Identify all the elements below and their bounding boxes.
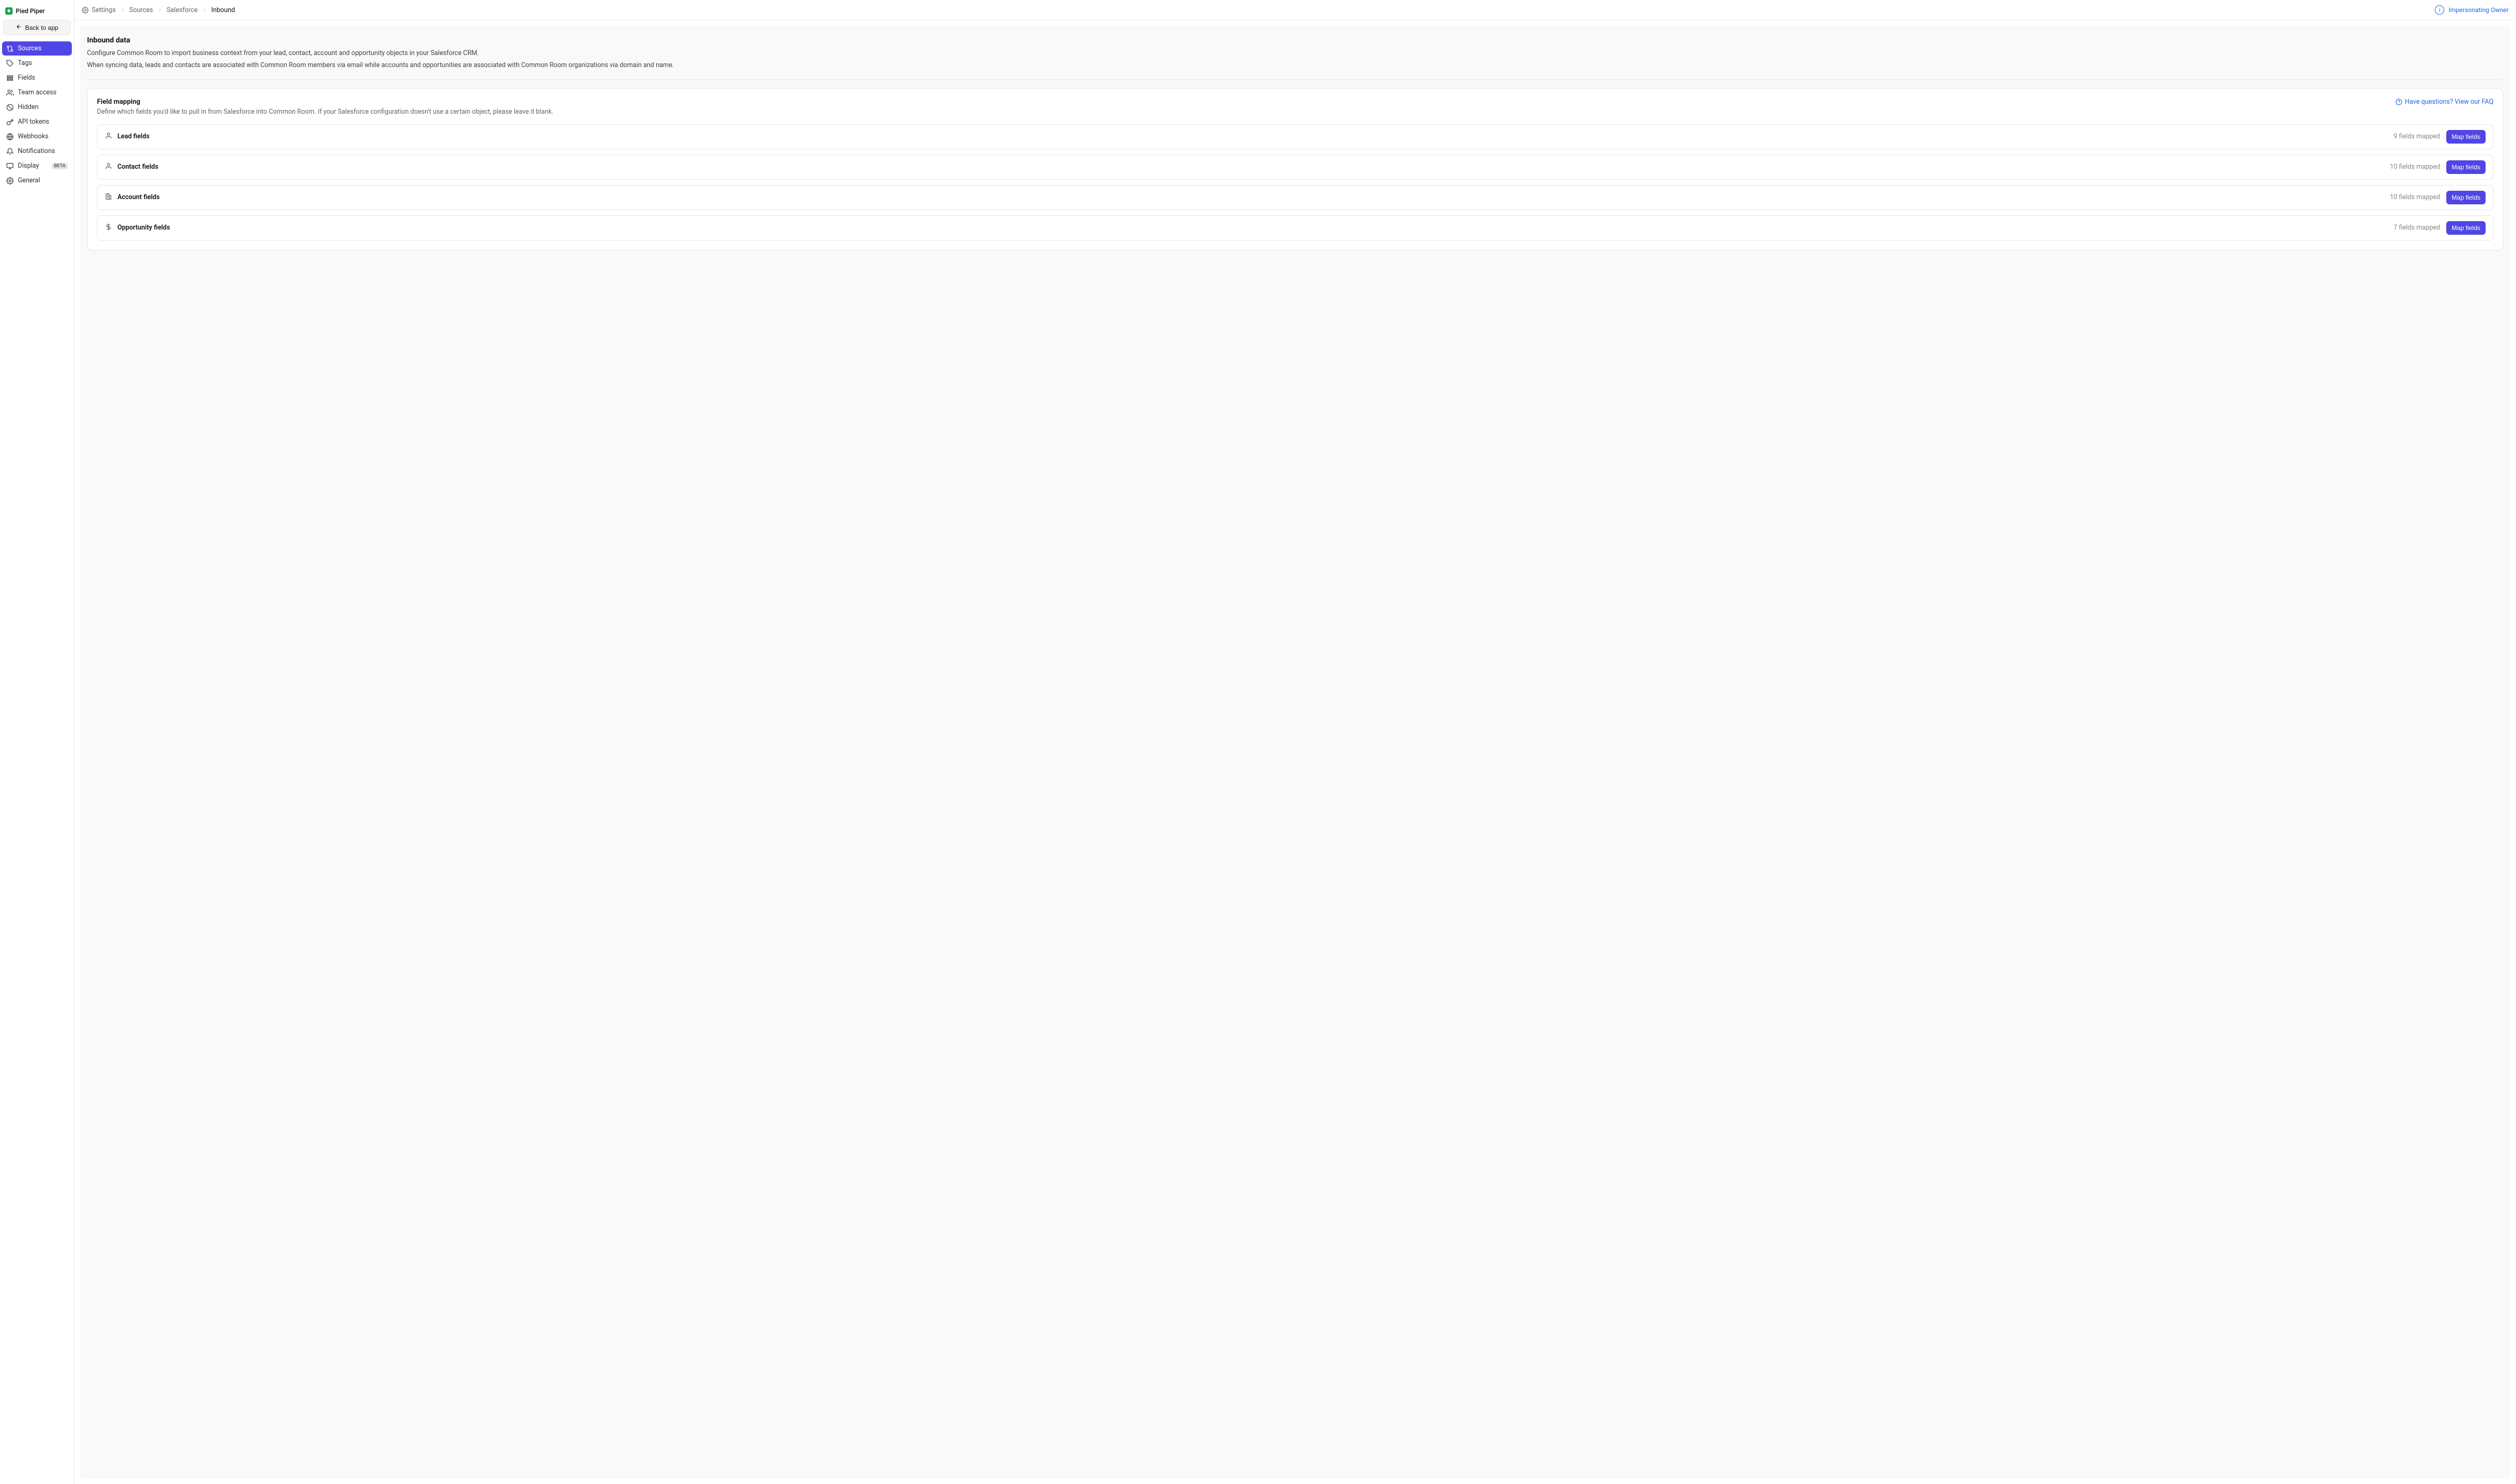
breadcrumb-salesforce[interactable]: Salesforce (167, 6, 198, 14)
key-icon (6, 118, 14, 126)
sidebar-item-display[interactable]: Display BETA (2, 159, 72, 173)
sidebar-item-hidden[interactable]: Hidden (2, 100, 72, 114)
content-wrap: Inbound data Configure Common Room to im… (74, 20, 2516, 1484)
workspace-logo-icon: ◆ (5, 7, 13, 15)
field-mapping-panel: Field mapping Define which fields you'd … (87, 88, 2503, 250)
gear-icon (6, 177, 14, 184)
field-count: 9 fields mapped (2393, 133, 2440, 140)
sidebar-nav: Sources Tags Fields Team access Hidden (2, 41, 72, 188)
field-row-label: Opportunity fields (117, 224, 170, 232)
sidebar-item-notifications[interactable]: Notifications (2, 144, 72, 158)
map-fields-button[interactable]: Map fields (2446, 130, 2486, 144)
monitor-icon (6, 162, 14, 170)
field-mapping-heading: Field mapping (97, 98, 554, 106)
chevron-right-icon (157, 7, 162, 13)
field-row-label: Contact fields (117, 163, 158, 171)
field-count: 7 fields mapped (2393, 224, 2440, 232)
field-mapping-subheading: Define which fields you'd like to pull i… (97, 108, 554, 116)
content-card: Inbound data Configure Common Room to im… (80, 26, 2511, 1479)
map-fields-button[interactable]: Map fields (2446, 221, 2486, 235)
field-row-opportunity: Opportunity fields 7 fields mapped Map f… (97, 215, 2493, 241)
sidebar-item-api-tokens[interactable]: API tokens (2, 115, 72, 129)
sidebar-item-label: Fields (18, 74, 35, 82)
faq-link-label: Have questions? View our FAQ (2405, 98, 2493, 106)
field-count: 10 fields mapped (2390, 163, 2440, 171)
breadcrumb-inbound[interactable]: Inbound (211, 6, 235, 14)
field-row-lead: Lead fields 9 fields mapped Map fields (97, 124, 2493, 149)
topbar: Settings Sources Salesforce Inbound i Im… (74, 0, 2516, 20)
page-description-1: Configure Common Room to import business… (87, 49, 2503, 59)
faq-link[interactable]: Have questions? View our FAQ (2395, 98, 2493, 106)
map-fields-button[interactable]: Map fields (2446, 191, 2486, 204)
sidebar-item-tags[interactable]: Tags (2, 56, 72, 70)
back-to-app-label: Back to app (25, 24, 58, 31)
sidebar-item-general[interactable]: General (2, 173, 72, 188)
field-row-label: Lead fields (117, 133, 149, 140)
help-circle-icon (2395, 99, 2402, 105)
sidebar-item-label: Team access (18, 89, 57, 96)
page-description-2: When syncing data, leads and contacts ar… (87, 61, 2503, 71)
sidebar-item-label: API tokens (18, 118, 49, 126)
workspace-name: Pied Piper (16, 7, 45, 15)
fields-icon (6, 74, 14, 82)
sidebar-item-sources[interactable]: Sources (2, 41, 72, 56)
breadcrumb-label: Inbound (211, 6, 235, 14)
sidebar-item-label: General (18, 177, 40, 184)
sidebar-item-webhooks[interactable]: Webhooks (2, 129, 72, 144)
field-rows: Lead fields 9 fields mapped Map fields (97, 124, 2493, 241)
chevron-right-icon (202, 7, 207, 13)
back-to-app-button[interactable]: Back to app (3, 20, 71, 35)
arrow-left-icon (16, 24, 22, 31)
building-icon (105, 193, 112, 202)
divider (87, 79, 2503, 80)
sidebar-item-label: Notifications (18, 147, 55, 155)
beta-badge: BETA (52, 163, 68, 169)
field-row-label: Account fields (117, 193, 160, 201)
tag-icon (6, 60, 14, 67)
globe-icon (6, 133, 14, 140)
dollar-icon (105, 223, 112, 233)
sources-icon (6, 45, 14, 52)
sidebar-item-label: Display (18, 162, 39, 170)
breadcrumb-label: Sources (129, 6, 153, 14)
workspace-header[interactable]: ◆ Pied Piper (2, 4, 72, 20)
sidebar-item-label: Sources (18, 45, 41, 52)
sidebar: ◆ Pied Piper Back to app Sources Tags Fi… (0, 0, 74, 1484)
breadcrumb-label: Settings (92, 6, 116, 14)
impersonation-label: Impersonating Owner (2448, 6, 2509, 14)
page-title: Inbound data (87, 36, 2503, 45)
impersonation-indicator[interactable]: i Impersonating Owner (2435, 5, 2509, 15)
breadcrumb: Settings Sources Salesforce Inbound (82, 6, 235, 14)
bell-icon (6, 148, 14, 155)
sidebar-item-label: Webhooks (18, 133, 48, 140)
breadcrumb-sources[interactable]: Sources (129, 6, 153, 14)
users-icon (6, 89, 14, 96)
field-row-contact: Contact fields 10 fields mapped Map fiel… (97, 155, 2493, 180)
chevron-right-icon (120, 7, 125, 13)
hidden-icon (6, 104, 14, 111)
map-fields-button[interactable]: Map fields (2446, 160, 2486, 174)
sidebar-item-label: Tags (18, 59, 32, 67)
breadcrumb-label: Salesforce (167, 6, 198, 14)
sidebar-item-fields[interactable]: Fields (2, 71, 72, 85)
main-area: Settings Sources Salesforce Inbound i Im… (74, 0, 2516, 1484)
user-icon (105, 162, 112, 172)
breadcrumb-settings[interactable]: Settings (82, 6, 116, 14)
field-row-account: Account fields 10 fields mapped Map fiel… (97, 185, 2493, 210)
field-count: 10 fields mapped (2390, 193, 2440, 201)
sidebar-item-label: Hidden (18, 103, 39, 111)
user-icon (105, 132, 112, 141)
sidebar-item-team-access[interactable]: Team access (2, 85, 72, 100)
info-icon: i (2435, 5, 2444, 15)
